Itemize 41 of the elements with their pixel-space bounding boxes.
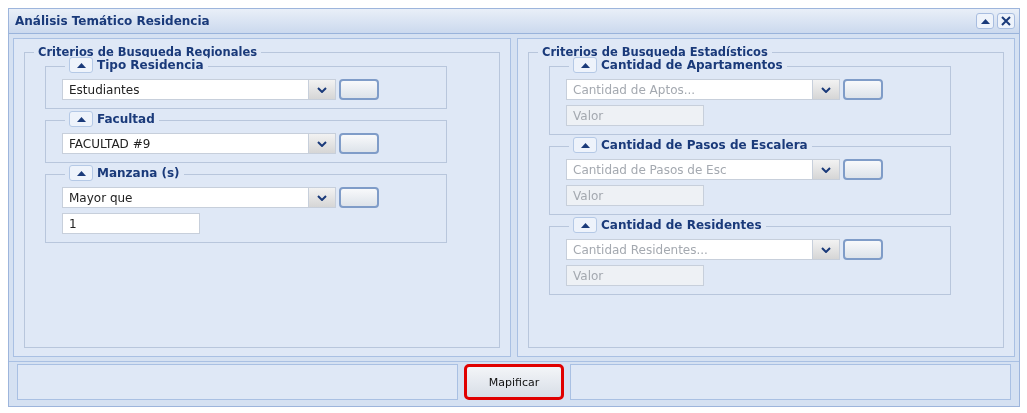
chevron-down-icon — [308, 134, 335, 153]
fieldset-title: Criterios de Busqueda Regionales — [34, 45, 262, 59]
blank-button[interactable] — [339, 187, 379, 208]
caret-up-icon — [580, 62, 590, 68]
mapificar-button[interactable]: Mapificar — [464, 364, 564, 400]
collapse-toggle[interactable] — [573, 57, 597, 73]
collapse-button[interactable] — [976, 13, 994, 29]
blank-button[interactable] — [339, 79, 379, 100]
blank-button[interactable] — [843, 79, 883, 100]
chevron-down-icon — [812, 160, 839, 179]
chevron-down-icon — [812, 80, 839, 99]
caret-up-icon — [980, 18, 990, 24]
collapse-toggle[interactable] — [573, 137, 597, 153]
blank-button[interactable] — [843, 159, 883, 180]
value-field[interactable]: 1 — [62, 213, 200, 234]
blank-button[interactable] — [339, 133, 379, 154]
caret-up-icon — [76, 62, 86, 68]
collapse-toggle[interactable] — [69, 57, 93, 73]
caret-up-icon — [580, 222, 590, 228]
caret-up-icon — [76, 170, 86, 176]
collapse-toggle[interactable] — [69, 165, 93, 181]
chevron-down-icon — [308, 80, 335, 99]
caret-up-icon — [580, 142, 590, 148]
group-title: Cantidad de Residentes — [601, 217, 762, 233]
dropdown[interactable]: Estudiantes — [62, 79, 336, 100]
group-title: Cantidad de Pasos de Escalera — [601, 137, 808, 153]
blank-button[interactable] — [843, 239, 883, 260]
window-title: Análisis Temático Residencia — [15, 14, 210, 28]
dropdown[interactable]: Mayor que — [62, 187, 336, 208]
close-button[interactable] — [997, 13, 1015, 29]
collapse-toggle[interactable] — [573, 217, 597, 233]
group-title: Manzana (s) — [97, 165, 180, 181]
collapse-toggle[interactable] — [69, 111, 93, 127]
group-title: Facultad — [97, 111, 155, 127]
chevron-down-icon — [308, 188, 335, 207]
group-title: Cantidad de Apartamentos — [601, 58, 783, 73]
dropdown[interactable]: FACULTAD #9 — [62, 133, 336, 154]
caret-up-icon — [76, 116, 86, 122]
group-title: Tipo Residencia — [97, 58, 204, 73]
close-icon — [1001, 16, 1011, 26]
chevron-down-icon — [812, 240, 839, 259]
